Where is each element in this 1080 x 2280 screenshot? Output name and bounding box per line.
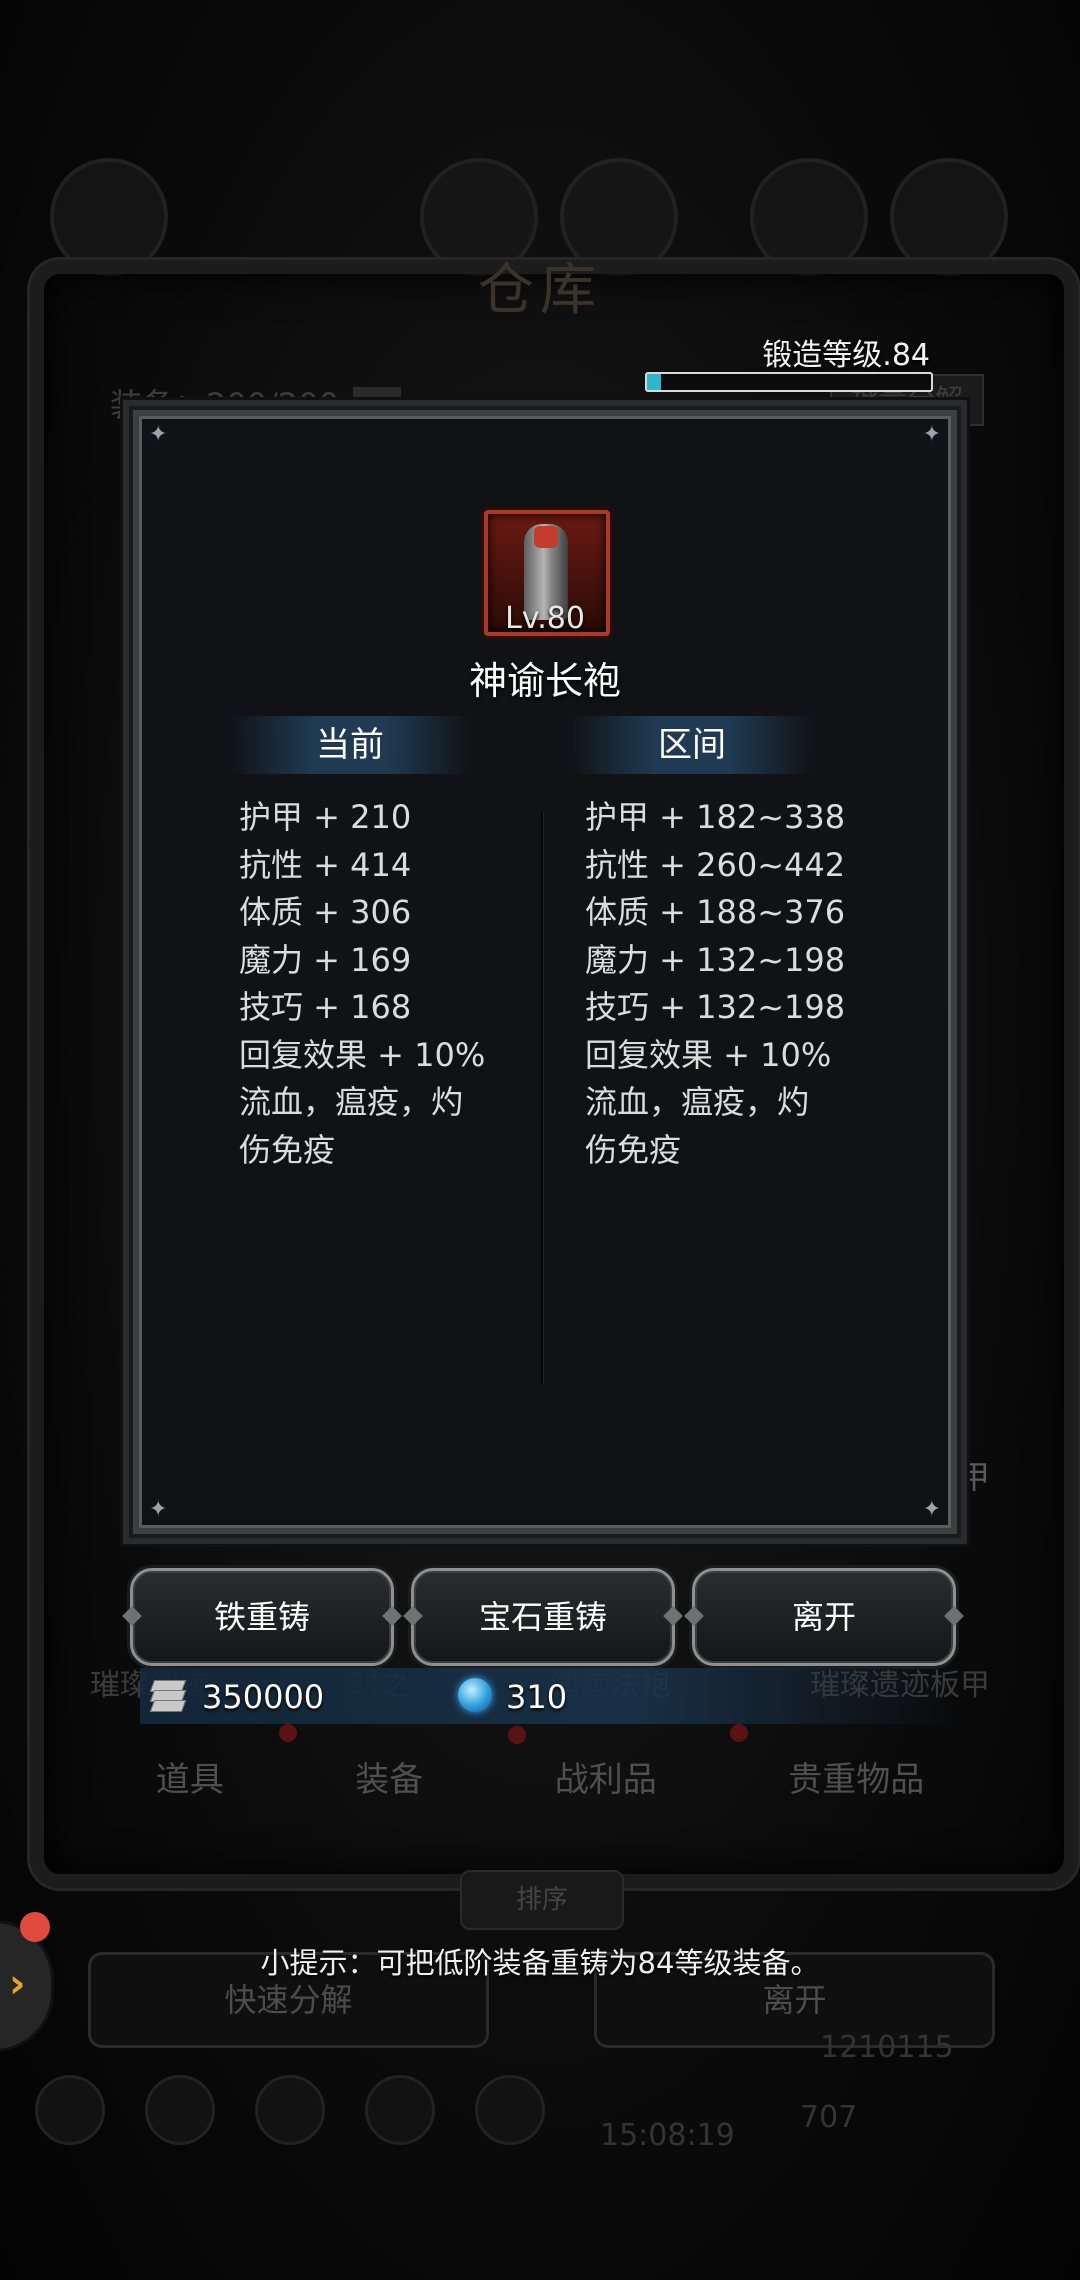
tab-loot: 战利品 [554,1760,657,1800]
stat-line: 技巧 + 168 [239,988,412,1026]
range-stats-list: 护甲 + 182~338 抗性 + 260~442 体质 + 188~376 魔… [585,794,885,1174]
menu-icon [475,2075,545,2145]
corner-ornament: ✦ [149,422,168,447]
notification-dot [279,1724,297,1742]
menu-icon [35,2075,105,2145]
stat-line: 体质 + 306 [239,893,412,931]
menu-icon [365,2075,435,2145]
stat-line: 回复效果 + 10% [585,1035,832,1074]
warehouse-tabs: 道具 装备 战利品 贵重物品 [90,1752,990,1801]
clock: 15:08:19 [600,2118,735,2153]
stat-line: 体质 + 188~376 [585,893,846,931]
current-stats-list: 护甲 + 210 抗性 + 414 体质 + 306 魔力 + 169 技巧 +… [239,794,509,1174]
stat-line: 流血，瘟疫，灼伤免疫 [585,1083,810,1169]
item-name: 神谕长袍 [468,659,621,703]
notification-dot [730,1724,748,1742]
current-stats-header: 当前 [227,716,473,774]
item-level: Lv.80 [505,601,585,636]
gem-reforge-button[interactable]: 宝石重铸 [403,1568,683,1666]
corner-ornament: ✦ [922,422,941,447]
warehouse-title: 仓库 [478,258,602,323]
range-stats-header: 区间 [569,716,815,774]
reforge-dialog: ✦ ✦ ✦ ✦ Lv.80 神谕长袍 当前 区间 护甲 + 210 抗性 + 4… [129,406,961,1538]
gem-count: 310 [506,1678,568,1716]
column-divider [541,812,543,1384]
gem-amount: 707 [800,2100,858,2135]
menu-icon [255,2075,325,2145]
stat-line: 魔力 + 169 [239,940,412,979]
iron-reforge-button[interactable]: 铁重铸 [122,1568,402,1666]
forge-progress-fill [647,374,662,390]
corner-ornament: ✦ [149,1497,168,1522]
forge-progress-bar [645,372,933,392]
hint-text: 小提示：可把低阶装备重铸为84等级装备。 [260,1946,820,1980]
stat-line: 护甲 + 182~338 [585,798,846,836]
forge-level-label: 锻造等级.84 [762,338,930,373]
stat-line: 护甲 + 210 [239,798,412,836]
stat-line: 魔力 + 132~198 [585,940,846,979]
tab-equipment: 装备 [355,1760,424,1800]
menu-icon [145,2075,215,2145]
stat-line: 流血，瘟疫，灼伤免疫 [239,1083,464,1169]
stat-line: 技巧 + 132~198 [585,988,846,1026]
leave-button[interactable]: 离开 [684,1568,964,1666]
stat-line: 抗性 + 414 [239,845,412,884]
stat-line: 抗性 + 260~442 [585,845,846,884]
sort-button: 排序 [460,1870,624,1930]
bg-item-label: 甲 [957,1458,990,1496]
leave-label: 离开 [791,1598,856,1636]
bottom-menu-icons [35,2075,545,2145]
gem-reforge-label: 宝石重铸 [478,1598,607,1636]
silver-amount: 350000 [202,1678,325,1716]
silver-ingot-icon [149,1676,188,1712]
tab-valuables: 贵重物品 [788,1760,925,1800]
tab-items: 道具 [155,1760,224,1800]
blue-gem-icon [458,1678,492,1712]
notification-badge [20,1912,50,1942]
iron-reforge-label: 铁重铸 [213,1598,310,1636]
stat-line: 回复效果 + 10% [239,1035,486,1074]
corner-ornament: ✦ [922,1497,941,1522]
notification-dot [508,1726,526,1744]
robe-collar [534,526,558,548]
gold-amount: 1210115 [820,2030,954,2065]
